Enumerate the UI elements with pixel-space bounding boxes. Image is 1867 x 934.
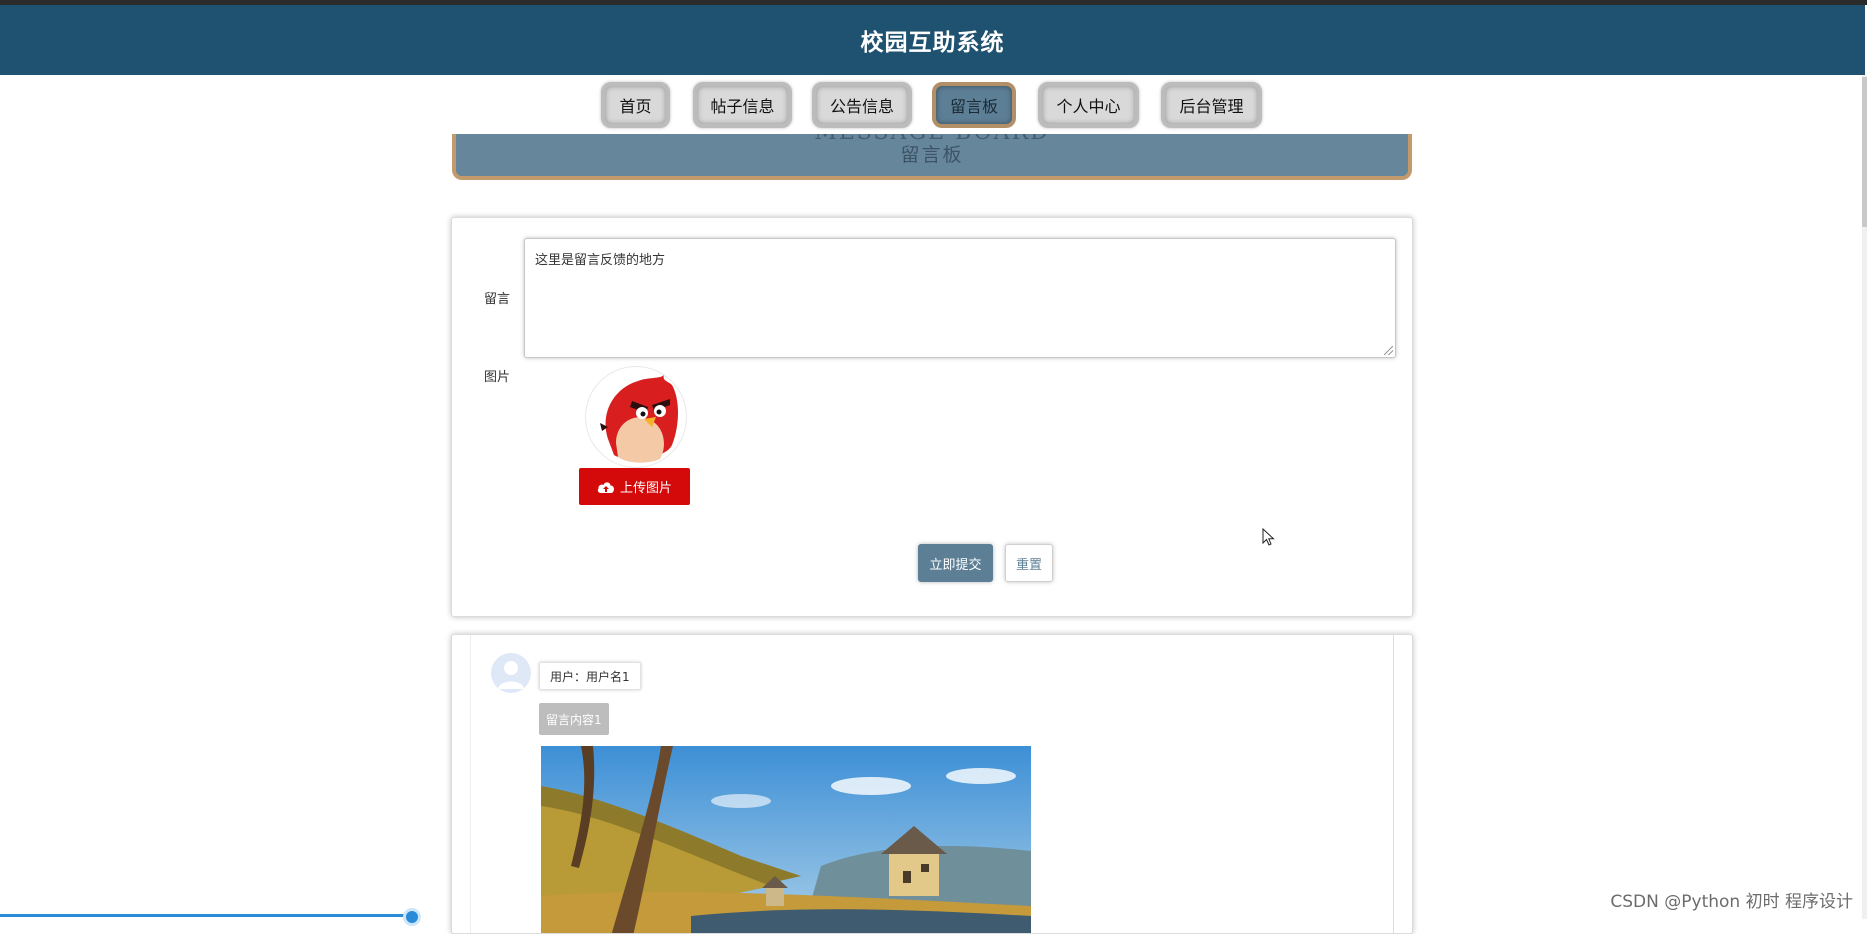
- red-bird-avatar-icon: [600, 375, 678, 463]
- cloud-upload-icon: [597, 481, 615, 493]
- site-title: 校园互助系统: [860, 30, 1005, 56]
- watermark-text: CSDN @Python 初时 程序设计: [1610, 892, 1853, 912]
- comment-image: [541, 746, 1031, 933]
- main-nav: 首页 帖子信息 公告信息 留言板 个人中心 后台管理: [0, 82, 1867, 128]
- message-placeholder: 这里是留言反馈的地方: [535, 253, 666, 268]
- comment-list: 用户：用户名1 留言内容1: [451, 634, 1413, 934]
- nav-item-message-board[interactable]: 留言板: [932, 82, 1016, 128]
- comment-user: 用户：用户名1: [539, 662, 641, 690]
- nav-item-home[interactable]: 首页: [601, 82, 670, 128]
- nav-item-posts[interactable]: 帖子信息: [693, 82, 792, 128]
- message-form: 留言 这里是留言反馈的地方 图片 上传图片 立即提交 重置: [451, 217, 1413, 617]
- nav-item-admin[interactable]: 后台管理: [1161, 82, 1262, 128]
- nav-item-personal-center[interactable]: 个人中心: [1038, 82, 1139, 128]
- nav-item-announcements[interactable]: 公告信息: [812, 82, 912, 128]
- image-label: 图片: [484, 370, 511, 385]
- page-banner: MESSAGE BOARD 留言板: [452, 134, 1412, 180]
- video-progress-handle[interactable]: [403, 908, 421, 926]
- site-header: 校园互助系统: [0, 5, 1865, 75]
- user-avatar-icon: [491, 653, 531, 693]
- upload-image-label: 上传图片: [619, 481, 672, 496]
- mouse-cursor-icon: [1262, 528, 1275, 546]
- uploaded-image-preview: [585, 366, 687, 468]
- message-textarea[interactable]: 这里是留言反馈的地方: [524, 238, 1396, 358]
- submit-button[interactable]: 立即提交: [918, 544, 993, 582]
- video-progress-bar[interactable]: [0, 914, 412, 917]
- comment-content: 留言内容1: [539, 703, 609, 735]
- message-label: 留言: [484, 292, 511, 307]
- page-scrollbar[interactable]: [1862, 75, 1867, 919]
- upload-image-button[interactable]: 上传图片: [579, 468, 690, 505]
- reset-button[interactable]: 重置: [1005, 544, 1053, 582]
- banner-title: 留言板: [900, 144, 964, 166]
- resize-grip-icon[interactable]: [1384, 346, 1393, 355]
- comment-item: 用户：用户名1 留言内容1: [470, 635, 1394, 933]
